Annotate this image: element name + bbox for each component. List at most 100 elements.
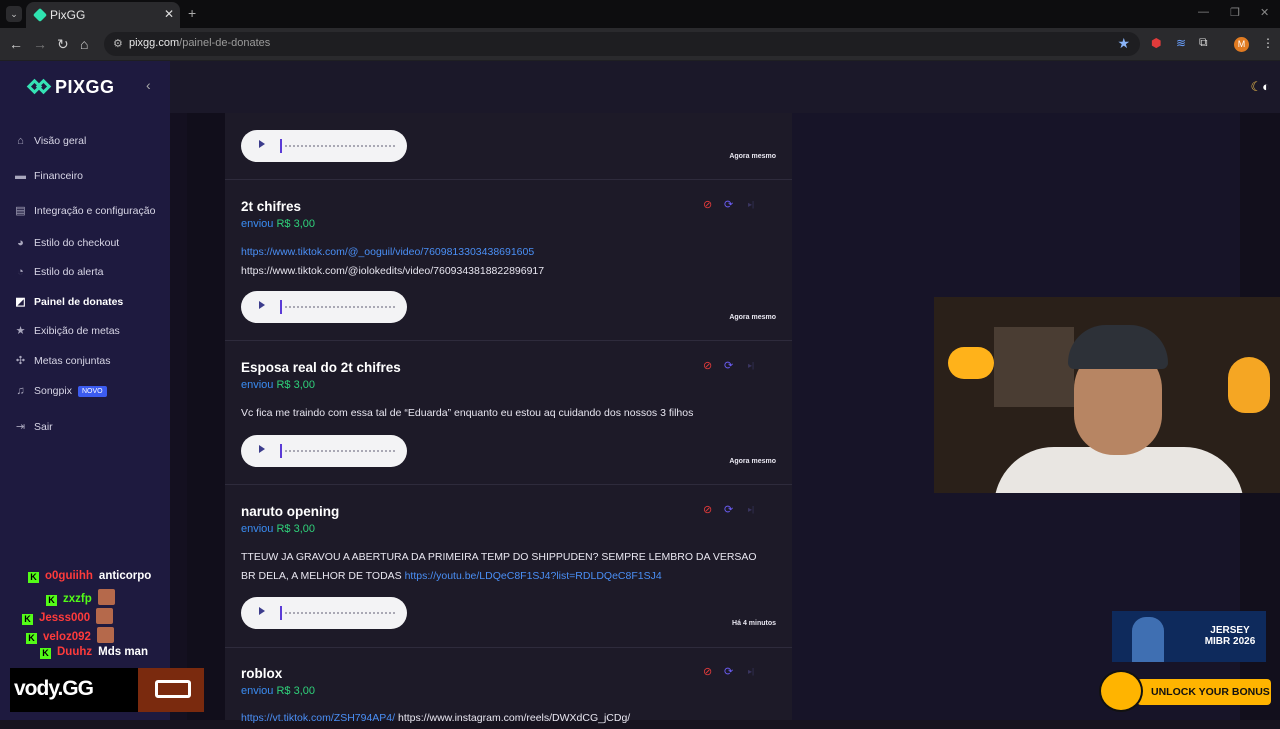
chat-message: K Jesss000 xyxy=(22,608,114,625)
home-icon[interactable]: ⌂ xyxy=(80,36,88,52)
settings-icon: ▤ xyxy=(15,205,26,217)
sidebar-item-painel-donates[interactable]: ◩ Painel de donates xyxy=(14,296,123,308)
unlock-bonus-banner: UNLOCK YOUR BONUS xyxy=(1099,670,1271,712)
sidebar-item-estilo-checkout[interactable]: ◕ Estilo do checkout xyxy=(14,237,119,249)
audio-waveform[interactable] xyxy=(285,450,395,452)
theme-toggle-icon[interactable]: ☾◐ xyxy=(1250,79,1270,95)
collapse-sidebar-icon[interactable]: ‹ xyxy=(146,77,151,93)
audio-progress-cursor[interactable] xyxy=(280,444,282,458)
unlock-text: UNLOCK YOUR BONUS xyxy=(1151,686,1270,698)
donation-time: Há 4 minutos xyxy=(732,620,776,627)
audio-waveform[interactable] xyxy=(285,612,395,614)
donation-message: https://vt.tiktok.com/ZSH794AP4/ https:/… xyxy=(241,709,781,728)
more-menu-icon[interactable]: ⋮ xyxy=(1262,36,1274,50)
audio-progress-cursor[interactable] xyxy=(280,300,282,314)
donation-message: TTEUW JA GRAVOU A ABERTURA DA PRIMEIRA T… xyxy=(241,548,781,586)
audio-progress-cursor[interactable] xyxy=(280,606,282,620)
audio-waveform[interactable] xyxy=(285,145,395,147)
maximize-icon[interactable]: ❐ xyxy=(1230,6,1240,19)
sidebar-item-estilo-alerta[interactable]: ◔ Estilo do alerta xyxy=(14,266,103,278)
message-link[interactable]: https://vt.tiktok.com/ZSH794AP4/ xyxy=(241,712,395,724)
donation-time: Agora mesmo xyxy=(729,153,776,160)
donation-time: Agora mesmo xyxy=(729,314,776,321)
kick-badge-icon: K xyxy=(40,648,51,659)
skip-icon[interactable]: ▸| xyxy=(748,200,754,209)
forward-icon[interactable]: → xyxy=(33,36,47,52)
block-icon[interactable]: ⊘ xyxy=(703,503,712,516)
sidebar-item-songpix[interactable]: ♫ Songpix NOVO xyxy=(14,385,107,397)
tab-search-button[interactable]: ⌄ xyxy=(6,6,22,22)
donation-amount-line: enviou R$ 3,00 xyxy=(241,218,316,230)
donation-title: 2t chifres xyxy=(241,199,302,214)
play-icon[interactable] xyxy=(259,301,265,309)
play-icon[interactable] xyxy=(259,140,265,148)
star-icon: ★ xyxy=(15,325,26,337)
new-tab-icon[interactable]: + xyxy=(188,5,196,21)
pixgg-favicon-icon xyxy=(32,7,48,23)
browser-tab[interactable]: PixGG ✕ xyxy=(26,2,180,28)
chat-message: Kveloz092 xyxy=(26,627,114,644)
reload-icon[interactable]: ↻ xyxy=(57,36,69,53)
sidebar-item-financeiro[interactable]: ▬ Financeiro xyxy=(14,170,83,182)
replay-icon[interactable]: ⟳ xyxy=(724,503,733,516)
sidebar-item-exibicao-metas[interactable]: ★ Exibição de metas xyxy=(14,325,120,337)
kick-badge-icon: K xyxy=(22,614,33,625)
sidebar-item-integracao[interactable]: ▤ Integração e configuração xyxy=(14,205,155,217)
extensions-puzzle-icon[interactable]: ⧉ xyxy=(1199,35,1208,50)
sidebar-item-visao-geral[interactable]: ⌂ Visão geral xyxy=(14,135,86,147)
audio-player[interactable] xyxy=(241,435,407,467)
replay-icon[interactable]: ⟳ xyxy=(724,665,733,678)
donations-list: Agora mesmo 2t chifres enviou R$ 3,00 ⊘ … xyxy=(225,113,792,724)
close-icon[interactable]: ✕ xyxy=(164,7,174,21)
minimize-icon[interactable]: — xyxy=(1198,6,1209,18)
audio-waveform[interactable] xyxy=(285,306,395,308)
webcam-lamp-right xyxy=(1228,357,1270,413)
tab-title: PixGG xyxy=(50,8,86,22)
site-info-icon[interactable]: ⚙ xyxy=(113,37,123,50)
audio-player[interactable] xyxy=(241,291,407,323)
message-link[interactable]: https://www.tiktok.com/@_ooguil/video/76… xyxy=(241,243,781,262)
replay-icon[interactable]: ⟳ xyxy=(724,359,733,372)
message-text: https://www.instagram.com/reels/DWXdCG_j… xyxy=(397,712,631,724)
donation-card: roblox enviou R$ 3,00 ⊘ ⟳ ▸| https://vt.… xyxy=(225,649,792,729)
block-icon[interactable]: ⊘ xyxy=(703,359,712,372)
skip-icon[interactable]: ▸| xyxy=(748,667,754,676)
audio-player[interactable] xyxy=(241,130,407,162)
emote-icon xyxy=(96,608,114,624)
back-icon[interactable]: ← xyxy=(9,36,23,52)
palette-icon: ◕ xyxy=(17,237,24,249)
play-icon[interactable] xyxy=(259,445,265,453)
donation-time: Agora mesmo xyxy=(729,458,776,465)
address-bar[interactable]: ⚙ pixgg.com/painel-de-donates ★ xyxy=(104,32,1140,56)
skip-icon[interactable]: ▸| xyxy=(748,361,754,370)
block-icon[interactable]: ⊘ xyxy=(703,198,712,211)
sidebar-item-sair[interactable]: ⇥ Sair xyxy=(14,421,53,433)
content-margin xyxy=(187,113,225,720)
promo-title: JERSEY MIBR 2026 xyxy=(1204,625,1256,647)
extension-wave-icon[interactable]: ≋ xyxy=(1176,36,1186,50)
promo-player-image xyxy=(1132,617,1164,662)
donation-amount-line: enviou R$ 3,00 xyxy=(241,523,316,535)
window-close-icon[interactable]: ✕ xyxy=(1260,6,1269,19)
browser-toolbar: ← → ↻ ⌂ ⚙ pixgg.com/painel-de-donates ★ … xyxy=(0,28,1280,61)
donation-card: 2t chifres enviou R$ 3,00 ⊘ ⟳ ▸| https:/… xyxy=(225,180,792,341)
audio-player[interactable] xyxy=(241,597,407,629)
sidebar-item-metas-conjuntas[interactable]: ✣ Metas conjuntas xyxy=(14,355,111,367)
vody-logo: vody.GG xyxy=(14,677,94,700)
bookmark-star-icon[interactable]: ★ xyxy=(1117,35,1130,52)
profile-avatar[interactable]: M xyxy=(1234,37,1249,52)
browser-tab-bar: ⌄ PixGG ✕ + — ❐ ✕ xyxy=(0,0,1280,28)
message-text: BR DELA, A MELHOR DE TODAS xyxy=(241,570,402,582)
replay-icon[interactable]: ⟳ xyxy=(724,198,733,211)
audio-progress-cursor[interactable] xyxy=(280,139,282,153)
extension-shield-icon[interactable]: ⬢ xyxy=(1151,36,1161,50)
block-icon[interactable]: ⊘ xyxy=(703,665,712,678)
message-link[interactable]: https://youtu.be/LDQeC8F1SJ4?list=RDLDQe… xyxy=(405,570,662,582)
donation-message: https://www.tiktok.com/@_ooguil/video/76… xyxy=(241,243,781,281)
play-icon[interactable] xyxy=(259,607,265,615)
pixgg-logo-icon xyxy=(26,78,52,95)
url-text: pixgg.com/painel-de-donates xyxy=(129,37,271,49)
webcam-overlay xyxy=(934,297,1280,493)
message-text: https://www.tiktok.com/@iolokedits/video… xyxy=(241,265,545,277)
skip-icon[interactable]: ▸| xyxy=(748,505,754,514)
